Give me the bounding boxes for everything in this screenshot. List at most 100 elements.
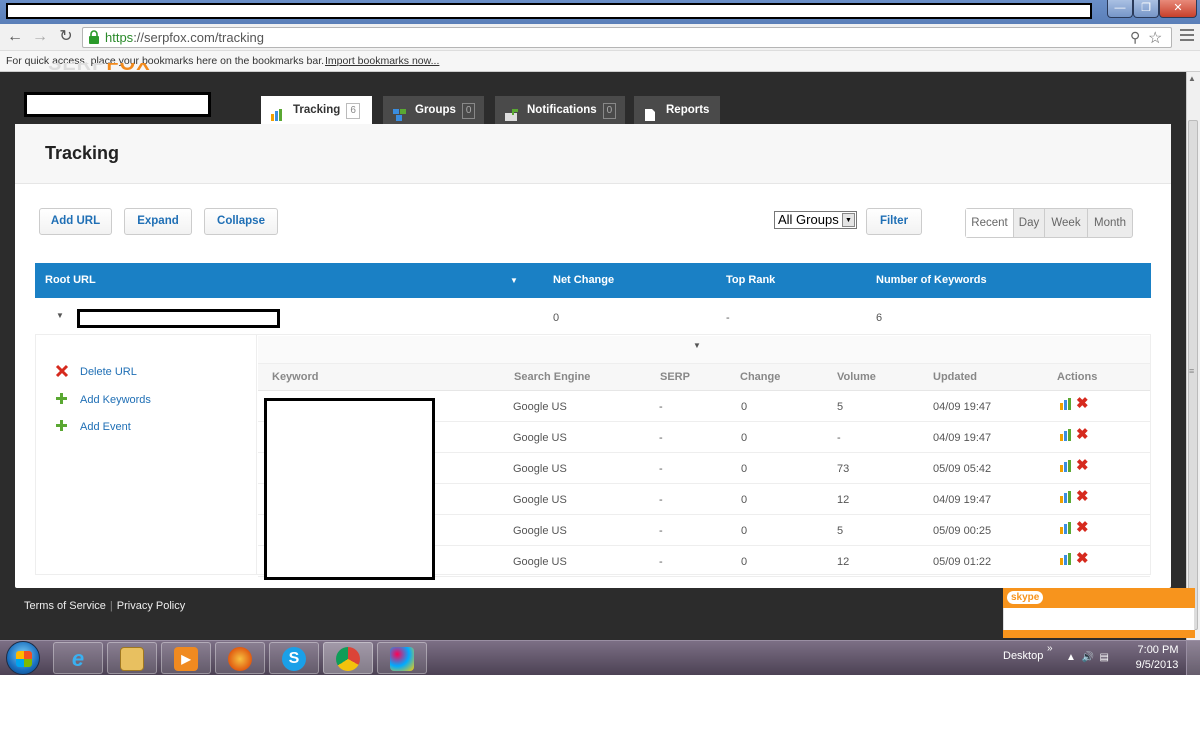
tab-groups[interactable]: Groups 0 — [383, 96, 484, 124]
chrome-icon — [336, 647, 360, 671]
add-event-link[interactable]: Add Event — [80, 421, 131, 433]
updated-cell: 04/09 19:47 — [933, 401, 992, 413]
taskbar-app[interactable] — [377, 642, 427, 674]
col-updated[interactable]: Updated — [933, 371, 977, 383]
taskbar-app[interactable] — [215, 642, 265, 674]
import-bookmarks-link[interactable]: Import bookmarks now... — [325, 55, 439, 67]
scroll-grip-icon: ≡ — [1189, 366, 1195, 376]
tab-reports[interactable]: Reports — [634, 96, 720, 124]
delete-icon[interactable]: ✖ — [1076, 456, 1089, 474]
ie-icon: e — [71, 646, 85, 671]
serp-cell: - — [659, 401, 663, 413]
taskbar-app[interactable]: ▶ — [161, 642, 211, 674]
serp-cell: - — [659, 463, 663, 475]
maximize-button[interactable]: ❐ — [1133, 0, 1159, 18]
taskbar-app[interactable] — [107, 642, 157, 674]
privacy-link[interactable]: Privacy Policy — [117, 600, 185, 612]
serp-cell: - — [659, 494, 663, 506]
bar-chart-icon[interactable] — [1060, 398, 1072, 410]
delete-icon[interactable]: ✖ — [1076, 518, 1089, 536]
range-week-button[interactable]: Week — [1045, 209, 1088, 237]
page-title: Tracking — [45, 143, 120, 163]
delete-icon[interactable]: ✖ — [1076, 487, 1089, 505]
updated-cell: 05/09 00:25 — [933, 525, 992, 537]
range-day-button[interactable]: Day — [1014, 209, 1045, 237]
bar-chart-icon[interactable] — [1060, 522, 1072, 534]
col-search-engine[interactable]: Search Engine — [514, 371, 590, 383]
delete-icon[interactable]: ✖ — [1076, 394, 1089, 412]
group-select[interactable]: All Groups ▼ — [774, 211, 857, 229]
volume-cell: - — [837, 432, 841, 444]
clock-time[interactable]: 7:00 PM — [1136, 644, 1180, 656]
col-change[interactable]: Change — [740, 371, 780, 383]
start-button[interactable] — [6, 641, 40, 675]
chevron-right-icon[interactable]: » — [1047, 643, 1053, 654]
bar-chart-icon[interactable] — [1060, 553, 1072, 565]
col-net-change[interactable]: Net Change — [553, 274, 614, 286]
change-cell: 0 — [741, 401, 748, 413]
col-top-rank[interactable]: Top Rank — [726, 274, 775, 286]
col-actions: Actions — [1057, 371, 1098, 383]
volume-cell: 73 — [837, 463, 850, 475]
show-desktop-button[interactable] — [1186, 641, 1200, 675]
clock-date[interactable]: 9/5/2013 — [1134, 659, 1180, 671]
zoom-icon[interactable]: ⚲ — [1130, 29, 1140, 46]
sort-down-icon[interactable]: ▼ — [510, 276, 518, 285]
taskbar-app[interactable] — [323, 642, 373, 674]
expand-button[interactable]: Expand — [124, 208, 192, 235]
updated-cell: 05/09 01:22 — [933, 556, 992, 568]
plus-icon[interactable] — [55, 419, 68, 435]
collapse-toggle-icon[interactable]: ▼ — [56, 311, 64, 320]
serpfox-logo[interactable]: SERPFOX — [48, 63, 151, 73]
add-url-button[interactable]: Add URL — [39, 208, 112, 235]
range-recent-button[interactable]: Recent — [966, 209, 1014, 237]
scroll-up-icon[interactable]: ▲ — [1188, 74, 1196, 83]
taskbar-app[interactable]: S — [269, 642, 319, 674]
delete-url-link[interactable]: Delete URL — [80, 366, 137, 378]
serp-cell: - — [659, 432, 663, 444]
bar-chart-icon[interactable] — [1060, 429, 1072, 441]
taskbar-app[interactable]: e — [53, 642, 103, 674]
tab-notifications[interactable]: Notifications 0 — [495, 96, 625, 124]
filter-button[interactable]: Filter — [866, 208, 922, 235]
chevron-down-icon: ▼ — [842, 213, 855, 227]
back-icon[interactable]: ← — [6, 27, 24, 47]
bar-chart-icon — [271, 104, 285, 121]
col-keyword[interactable]: Keyword — [272, 371, 318, 383]
keyword-toggle-bar[interactable] — [258, 336, 1150, 364]
change-cell: 0 — [741, 525, 748, 537]
groups-icon — [393, 104, 407, 121]
forward-icon[interactable]: → — [31, 27, 49, 47]
delete-icon[interactable]: ✖ — [1076, 425, 1089, 443]
terms-link[interactable]: Terms of Service — [24, 600, 106, 612]
range-month-button[interactable]: Month — [1088, 209, 1132, 237]
col-root-url[interactable]: Root URL — [45, 274, 96, 286]
reload-icon[interactable]: ↻ — [57, 27, 75, 47]
plus-icon[interactable] — [55, 392, 68, 408]
delete-icon[interactable] — [55, 364, 69, 381]
bookmark-star-icon[interactable]: ☆ — [1148, 28, 1162, 48]
system-tray[interactable]: ▲ 🔊 ▤ — [1066, 652, 1109, 663]
col-serp[interactable]: SERP — [660, 371, 690, 383]
search-engine-cell: Google US — [513, 494, 567, 506]
desktop-toolbar-label[interactable]: Desktop — [1003, 650, 1043, 662]
document-icon — [644, 104, 658, 121]
chevron-down-icon[interactable]: ▼ — [693, 341, 701, 350]
updated-cell: 04/09 19:47 — [933, 432, 992, 444]
bar-chart-icon[interactable] — [1060, 460, 1072, 472]
volume-cell: 12 — [837, 494, 850, 506]
minimize-button[interactable]: — — [1107, 0, 1133, 18]
menu-icon[interactable] — [1180, 29, 1194, 43]
col-volume[interactable]: Volume — [837, 371, 876, 383]
add-keywords-link[interactable]: Add Keywords — [80, 394, 151, 406]
delete-icon[interactable]: ✖ — [1076, 549, 1089, 567]
windows-logo-icon — [16, 651, 32, 667]
collapse-button[interactable]: Collapse — [204, 208, 278, 235]
bar-chart-icon[interactable] — [1060, 491, 1072, 503]
tab-tracking[interactable]: Tracking 6 — [261, 96, 372, 124]
root-top-rank: - — [726, 312, 730, 324]
close-button[interactable]: ✕ — [1159, 0, 1197, 18]
col-number-of-keywords[interactable]: Number of Keywords — [876, 274, 987, 286]
volume-cell: 5 — [837, 525, 844, 537]
url-text: https://serpfox.com/tracking — [105, 30, 264, 45]
